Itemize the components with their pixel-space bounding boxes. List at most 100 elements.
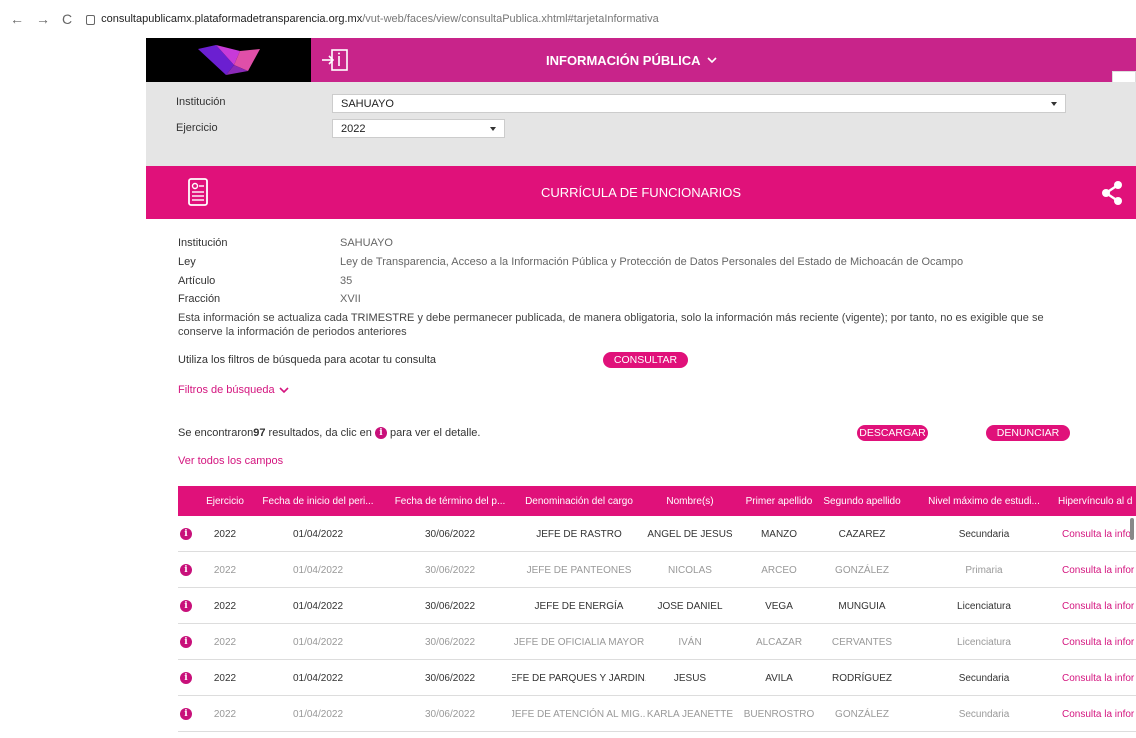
year-select[interactable]: 2022 — [332, 119, 505, 138]
report-button[interactable]: DENUNCIAR — [986, 425, 1070, 441]
column-header[interactable]: Primer apellido — [740, 486, 818, 516]
cell-hyperlink[interactable]: Consulta la infor — [1062, 696, 1136, 732]
filter-hint: Utiliza los filtros de búsqueda para aco… — [178, 354, 437, 366]
cell-position: JEFE DE ENERGÍA — [534, 600, 624, 612]
share-icon[interactable] — [1100, 180, 1124, 206]
cell-position: JEFE DE OFICIALIA MAYOR — [513, 636, 645, 648]
info-icon[interactable]: i — [180, 528, 192, 540]
section-title: CURRÍCULA DE FUNCIONARIOS — [540, 185, 742, 200]
cell-second-surname: CERVANTES — [831, 636, 893, 648]
cell-year: 2022 — [213, 600, 237, 612]
column-header[interactable]: Denominación del cargo — [512, 486, 646, 516]
cell-end-date: 30/06/2022 — [424, 672, 476, 684]
site-header: INFORMACIÓN PÚBLICA CU — [146, 38, 1136, 111]
results-table: Ejercicio Fecha de inicio del peri... Fe… — [178, 486, 1136, 738]
table-row[interactable]: i 2022 01/04/2022 30/06/2022 JEFE DE ATE… — [178, 696, 1136, 732]
column-header[interactable]: Hipervínculo al d — [1058, 486, 1136, 516]
login-button[interactable] — [315, 38, 355, 82]
cell-second-surname: RODRÍGUEZ — [832, 672, 892, 684]
institution-value: SAHUAYO — [341, 97, 394, 110]
cell-start-date: 01/04/2022 — [292, 564, 344, 576]
all-fields-link[interactable]: Ver todos los campos — [178, 455, 283, 467]
info-value: Ley de Transparencia, Acceso a la Inform… — [340, 256, 964, 268]
cell-end-date: 30/06/2022 — [424, 636, 476, 648]
info-label: Ley — [178, 256, 196, 268]
info-icon: i — [374, 427, 387, 439]
cell-second-surname: CAZAREZ — [838, 528, 886, 540]
header-title-menu[interactable]: INFORMACIÓN PÚBLICA — [546, 38, 717, 82]
info-icon[interactable]: i — [180, 636, 192, 648]
info-value: 35 — [340, 275, 353, 287]
info-label: Institución — [178, 237, 228, 249]
info-icon[interactable]: i — [180, 672, 192, 684]
column-header[interactable]: Fecha de término del p... — [390, 486, 510, 516]
cell-name: NICOLAS — [668, 564, 712, 576]
cell-hyperlink[interactable]: Consulta la infor — [1062, 588, 1136, 624]
cell-start-date: 01/04/2022 — [292, 708, 344, 720]
cell-hyperlink[interactable]: Consulta la infor — [1062, 660, 1136, 696]
cell-year: 2022 — [213, 528, 237, 540]
column-header[interactable]: Nombre(s) — [646, 486, 734, 516]
results-suffix: resultados, da clic en — [265, 427, 375, 439]
column-header[interactable]: Ejercicio — [202, 486, 248, 516]
cell-education: Licenciatura — [957, 600, 1011, 612]
cell-year: 2022 — [213, 564, 237, 576]
cell-year: 2022 — [213, 636, 237, 648]
cell-end-date: 30/06/2022 — [424, 600, 476, 612]
year-label: Ejercicio — [176, 122, 218, 134]
cell-education: Primaria — [965, 564, 1003, 576]
search-filters-toggle[interactable]: Filtros de búsqueda — [178, 384, 289, 396]
reload-icon[interactable]: C — [62, 11, 72, 27]
cell-second-surname: MUNGUIA — [838, 600, 886, 612]
section-banner: CURRÍCULA DE FUNCIONARIOS — [146, 166, 1136, 219]
cell-name: ANGEL DE JESUS — [647, 528, 733, 540]
info-value: XVII — [340, 293, 361, 305]
cell-education: Secundaria — [958, 528, 1010, 540]
site-logo[interactable] — [146, 38, 311, 82]
cell-first-surname: AVILA — [765, 672, 793, 684]
column-header[interactable]: Segundo apellido — [818, 486, 906, 516]
info-icon[interactable]: i — [180, 708, 192, 720]
cell-first-surname: MANZO — [760, 528, 798, 540]
address-bar[interactable]: consultapublicamx.plataformadetransparen… — [86, 13, 659, 25]
results-count: 97 — [253, 427, 266, 439]
url-path: /vut-web/faces/view/consultaPublica.xhtm… — [362, 13, 659, 25]
cell-position: JEFE DE PARQUES Y JARDIN... — [512, 672, 646, 684]
info-icon[interactable]: i — [180, 600, 192, 612]
table-row[interactable]: i 2022 01/04/2022 30/06/2022 JEFE DE PAN… — [178, 552, 1136, 588]
results-prefix: Se encontraron — [178, 427, 254, 439]
cell-second-surname: GONZÁLEZ — [835, 564, 889, 576]
cell-hyperlink[interactable]: Consulta la infor — [1062, 552, 1136, 588]
cell-first-surname: ALCAZAR — [755, 636, 803, 648]
institution-label: Institución — [176, 96, 226, 108]
institution-select[interactable]: SAHUAYO — [332, 94, 1066, 113]
cell-first-surname: ARCEO — [761, 564, 797, 576]
cell-end-date: 30/06/2022 — [424, 528, 476, 540]
nav-buttons: ← → C — [10, 11, 72, 27]
column-header[interactable]: Fecha de inicio del peri... — [258, 486, 378, 516]
table-row[interactable]: i 2022 01/04/2022 30/06/2022 JEFE DE OFI… — [178, 624, 1136, 660]
table-scrollbar[interactable] — [1130, 518, 1134, 540]
download-button[interactable]: DESCARGAR — [857, 425, 928, 441]
logo-icon — [197, 45, 260, 75]
cell-first-surname: VEGA — [765, 600, 793, 612]
url-host: consultapublicamx.plataformadetransparen… — [101, 13, 363, 25]
chevron-down-icon — [706, 56, 717, 63]
cell-hyperlink[interactable]: Consulta la infor — [1062, 624, 1136, 660]
column-header[interactable]: Nivel máximo de estudi... — [924, 486, 1044, 516]
cell-education: Secundaria — [958, 708, 1010, 720]
cell-name: JESUS — [673, 672, 707, 684]
caret-down-icon — [1051, 102, 1057, 106]
login-icon — [322, 49, 348, 71]
table-row[interactable]: i 2022 01/04/2022 30/06/2022 JEFE DE RAS… — [178, 516, 1136, 552]
table-row[interactable]: i 2022 01/04/2022 30/06/2022 JEFE DE PAR… — [178, 660, 1136, 696]
table-row[interactable]: i 2022 01/04/2022 30/06/2022 JEFE DE ENE… — [178, 588, 1136, 624]
forward-icon[interactable]: → — [36, 11, 50, 27]
back-icon[interactable]: ← — [10, 11, 24, 27]
cell-hyperlink[interactable]: Consulta la infor — [1062, 516, 1136, 552]
info-icon[interactable]: i — [180, 564, 192, 576]
year-value: 2022 — [341, 122, 366, 135]
filters-link-label: Filtros de búsqueda — [178, 384, 275, 396]
consult-button[interactable]: CONSULTAR — [603, 352, 688, 368]
lock-icon — [86, 15, 96, 25]
